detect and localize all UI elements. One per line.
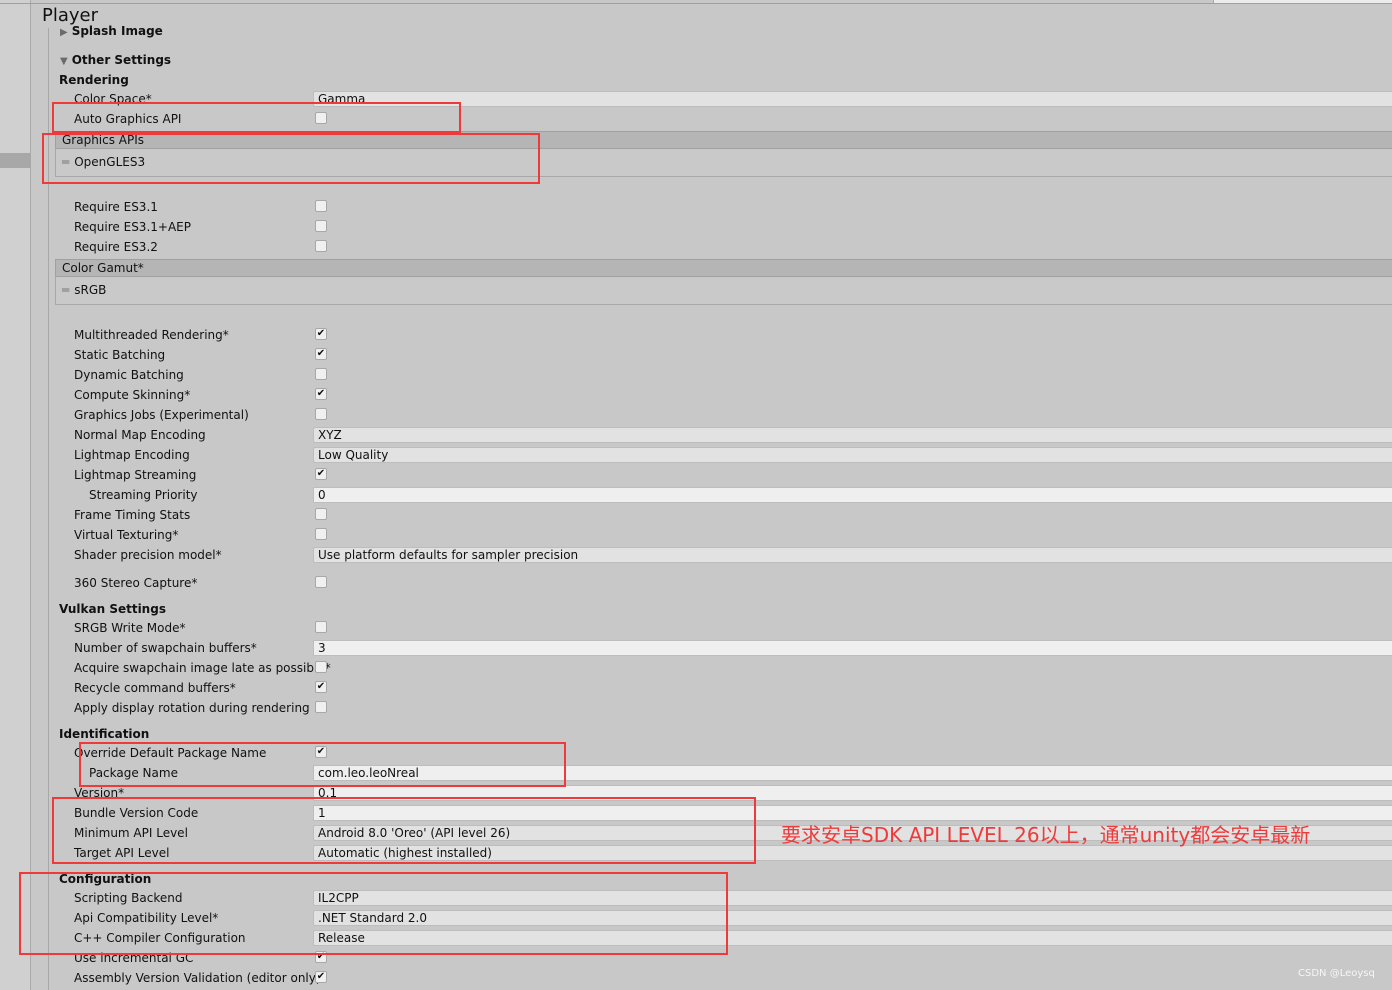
highlight-auto-graphics-api [52,102,461,133]
top-divider [0,3,1392,4]
label-recycle-buffers: Recycle command buffers* [74,681,236,695]
label-compute-skinning: Compute Skinning* [74,388,191,402]
color-gamut-list-header: Color Gamut* [55,259,1392,277]
normal-map-encoding-dropdown[interactable]: XYZ [313,427,1392,443]
highlight-api-levels [52,797,756,864]
srgb-write-mode-checkbox[interactable] [315,621,327,633]
graphics-jobs-checkbox[interactable] [315,408,327,420]
section-title-rendering: Rendering [59,73,129,87]
multithreaded-rendering-checkbox[interactable]: ✔ [315,328,327,340]
color-gamut-list: ═ sRGB [55,277,1392,305]
checkmark-icon: ✔ [316,971,326,982]
assembly-validation-checkbox[interactable]: ✔ [315,971,327,983]
list-item[interactable]: ═ sRGB [62,283,106,297]
require-es31-checkbox[interactable] [315,200,327,212]
label-acquire-late: Acquire swapchain image late as possible… [74,661,331,675]
checkmark-icon: ✔ [316,681,326,692]
static-batching-checkbox[interactable]: ✔ [315,348,327,360]
drag-handle-icon[interactable]: ═ [62,283,69,297]
left-hierarchy-strip [0,0,31,990]
foldout-other-settings[interactable]: ▼ Other Settings [60,53,171,67]
label-frame-timing-stats: Frame Timing Stats [74,508,191,522]
annotation-note: 要求安卓SDK API LEVEL 26以上，通常unity都会安卓最新 [781,823,1311,847]
foldout-label: Splash Image [71,24,163,38]
label-graphics-jobs: Graphics Jobs (Experimental) [74,408,249,422]
compute-skinning-checkbox[interactable]: ✔ [315,388,327,400]
label-virtual-texturing: Virtual Texturing* [74,528,179,542]
stereo-capture-checkbox[interactable] [315,576,327,588]
label-shader-precision: Shader precision model* [74,548,222,562]
top-tab-edge [1213,0,1392,3]
page-title: Player [42,5,99,26]
highlight-graphics-apis [42,133,540,184]
label-stereo-capture: 360 Stereo Capture* [74,576,198,590]
label-dynamic-batching: Dynamic Batching [74,368,184,382]
streaming-priority-input[interactable]: 0 [313,487,1392,503]
checkmark-icon: ✔ [316,328,326,339]
recycle-buffers-checkbox[interactable]: ✔ [315,681,327,693]
label-require-es31: Require ES3.1 [74,200,158,214]
section-title-identification: Identification [59,727,150,741]
label-display-rotation: Apply display rotation during rendering [74,701,310,715]
left-strip-selection[interactable] [0,153,31,168]
label-require-es32: Require ES3.2 [74,240,158,254]
foldout-label: Other Settings [71,53,172,67]
highlight-configuration [19,872,728,955]
label-assembly-validation: Assembly Version Validation (editor only… [74,971,321,985]
require-es31-aep-checkbox[interactable] [315,220,327,232]
label-streaming-priority: Streaming Priority [89,488,198,502]
triangle-right-icon: ▶ [60,27,68,38]
triangle-down-icon: ▼ [60,56,68,67]
highlight-package-name [79,742,566,787]
label-static-batching: Static Batching [74,348,166,362]
lightmap-streaming-checkbox[interactable]: ✔ [315,468,327,480]
label-multithreaded-rendering: Multithreaded Rendering* [74,328,229,342]
label-lightmap-encoding: Lightmap Encoding [74,448,190,462]
acquire-late-checkbox[interactable] [315,661,327,673]
label-srgb-write-mode: SRGB Write Mode* [74,621,186,635]
swapchain-buffers-input[interactable]: 3 [313,640,1392,656]
dynamic-batching-checkbox[interactable] [315,368,327,380]
label-require-es31-aep: Require ES3.1+AEP [74,220,191,234]
display-rotation-checkbox[interactable] [315,701,327,713]
lightmap-encoding-dropdown[interactable]: Low Quality [313,447,1392,463]
watermark: CSDN @Leoysq [1298,968,1375,979]
checkmark-icon: ✔ [316,468,326,479]
list-item-label: sRGB [74,283,107,297]
virtual-texturing-checkbox[interactable] [315,528,327,540]
section-title-vulkan: Vulkan Settings [59,602,166,616]
shader-precision-dropdown[interactable]: Use platform defaults for sampler precis… [313,547,1392,563]
checkmark-icon: ✔ [316,388,326,399]
label-lightmap-streaming: Lightmap Streaming [74,468,197,482]
foldout-splash-image[interactable]: ▶ Splash Image [60,24,163,38]
checkmark-icon: ✔ [316,348,326,359]
require-es32-checkbox[interactable] [315,240,327,252]
frame-timing-stats-checkbox[interactable] [315,508,327,520]
label-swapchain-buffers: Number of swapchain buffers* [74,641,257,655]
color-space-dropdown[interactable]: Gamma [313,91,1392,107]
label-normal-map-encoding: Normal Map Encoding [74,428,206,442]
